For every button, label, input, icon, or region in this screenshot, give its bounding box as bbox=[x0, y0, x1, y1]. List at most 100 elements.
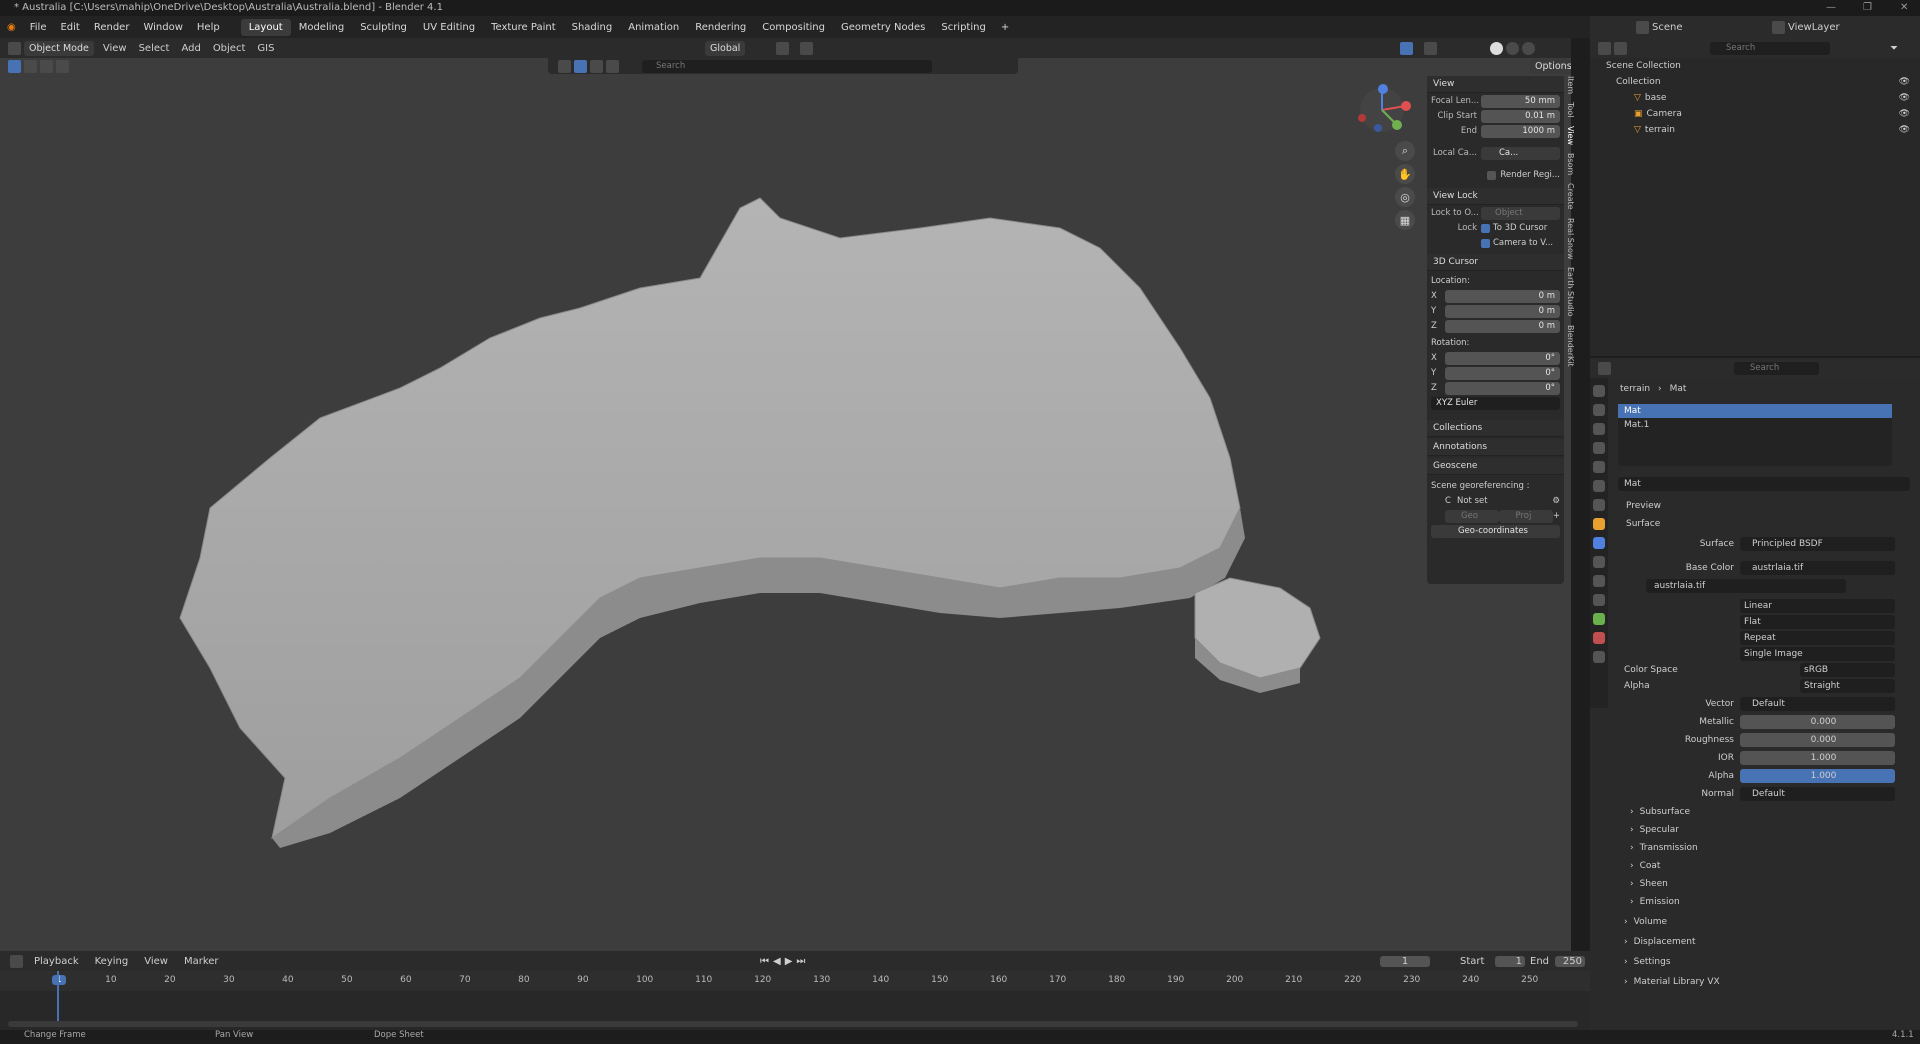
section-collections[interactable]: Collections bbox=[1427, 420, 1564, 437]
outliner-row-collection[interactable]: Collection 👁 bbox=[1590, 74, 1920, 90]
gizmo-toggle-icon[interactable] bbox=[1400, 41, 1413, 55]
tab-compositing[interactable]: Compositing bbox=[754, 19, 833, 36]
tab-modeling[interactable]: Modeling bbox=[291, 19, 353, 36]
tab-scripting[interactable]: Scripting bbox=[933, 19, 993, 36]
pan-hand-icon[interactable]: ✋ bbox=[1395, 164, 1415, 184]
3d-viewport[interactable]: Search Options ⌕ ✋ ◎ ▦ bbox=[0, 58, 1571, 951]
tab-layout[interactable]: Layout bbox=[240, 18, 291, 36]
outliner-editor-icon[interactable] bbox=[1598, 41, 1611, 55]
pivot-icon[interactable] bbox=[776, 41, 789, 55]
current-frame-field[interactable]: 1 bbox=[1380, 955, 1430, 967]
rendered-shading-icon[interactable] bbox=[1522, 41, 1535, 55]
end-frame-field[interactable]: 250 bbox=[1555, 955, 1585, 967]
collection-tab-icon[interactable] bbox=[1593, 499, 1605, 511]
vp-menu-view[interactable]: View bbox=[97, 43, 133, 54]
timeline-editor-icon[interactable] bbox=[10, 954, 23, 968]
snap-icon[interactable] bbox=[800, 41, 813, 55]
sidebar-tab-item[interactable]: Item bbox=[1566, 76, 1575, 94]
tab-rendering[interactable]: Rendering bbox=[687, 19, 754, 36]
menu-window[interactable]: Window bbox=[136, 22, 189, 33]
texture-tab-icon[interactable] bbox=[1593, 651, 1605, 663]
render-region-checkbox[interactable] bbox=[1487, 170, 1497, 180]
sidebar-tab-bsom[interactable]: Bsom bbox=[1566, 153, 1575, 175]
sidebar-tab-real-snow[interactable]: Real Snow bbox=[1566, 218, 1575, 259]
vp-menu-object[interactable]: Object bbox=[207, 43, 252, 54]
extension-select[interactable]: Repeat bbox=[1740, 631, 1895, 645]
outliner-row-scene-collection[interactable]: Scene Collection bbox=[1590, 58, 1920, 74]
vp-menu-select[interactable]: Select bbox=[133, 43, 176, 54]
subpanel-coat[interactable]: › Coat bbox=[1590, 858, 1920, 874]
zoom-icon[interactable]: ⌕ bbox=[1395, 141, 1415, 161]
maximize-icon[interactable]: ❐ bbox=[1863, 0, 1872, 16]
outliner-search-input[interactable]: Search bbox=[1710, 41, 1830, 55]
material-slot-mat[interactable]: Mat bbox=[1618, 404, 1892, 418]
shader-input-field[interactable]: 1.000 bbox=[1740, 769, 1895, 783]
overlay-icon[interactable] bbox=[1424, 41, 1437, 55]
tab-geometry-nodes[interactable]: Geometry Nodes bbox=[833, 19, 933, 36]
alpha-mode-select[interactable]: Straight bbox=[1800, 679, 1895, 693]
modifier-tab-icon[interactable] bbox=[1593, 537, 1605, 549]
geo-button[interactable]: Geo bbox=[1445, 509, 1499, 523]
sidebar-tab-earth-studio[interactable]: Earth Studio bbox=[1566, 267, 1575, 316]
frame-ruler[interactable]: 1102030405060708090100110120130140150160… bbox=[0, 971, 1590, 991]
minimize-icon[interactable]: — bbox=[1826, 0, 1836, 16]
visibility-eye-icon[interactable]: 👁 bbox=[1899, 109, 1910, 119]
sidebar-tab-tool[interactable]: Tool bbox=[1566, 102, 1575, 118]
sidebar-tab-create[interactable]: Create bbox=[1566, 183, 1575, 210]
menu-help[interactable]: Help bbox=[190, 22, 227, 33]
shader-input-field[interactable]: Default bbox=[1740, 787, 1895, 801]
menu-file[interactable]: File bbox=[23, 22, 54, 33]
subpanel-emission[interactable]: › Emission bbox=[1590, 894, 1920, 910]
interpolation-select[interactable]: Linear bbox=[1740, 599, 1895, 613]
solid-shading-icon[interactable] bbox=[1490, 41, 1503, 55]
cursor-rot-y[interactable]: 0° bbox=[1445, 366, 1560, 380]
to-3d-cursor-checkbox[interactable] bbox=[1481, 223, 1490, 233]
visibility-eye-icon[interactable]: 👁 bbox=[1899, 125, 1910, 135]
view-layer-name[interactable]: ViewLayer bbox=[1788, 22, 1840, 33]
section-material-library-vx[interactable]: › Material Library VX bbox=[1590, 974, 1920, 990]
close-icon[interactable]: ✕ bbox=[1900, 0, 1908, 16]
object-tab-icon[interactable] bbox=[1593, 518, 1605, 530]
subpanel-subsurface[interactable]: › Subsurface bbox=[1590, 804, 1920, 820]
options-button[interactable]: Options bbox=[1530, 59, 1571, 74]
shader-input-field[interactable]: Default bbox=[1740, 697, 1895, 711]
sidebar-tab-view[interactable]: View bbox=[1566, 126, 1575, 145]
cursor-loc-x[interactable]: 0 m bbox=[1445, 289, 1560, 303]
tool-tab-icon[interactable] bbox=[1593, 385, 1605, 397]
physics-tab-icon[interactable] bbox=[1593, 575, 1605, 587]
add-crs-icon[interactable]: + bbox=[1553, 511, 1560, 521]
shader-input-field[interactable]: 0.000 bbox=[1740, 733, 1895, 747]
terrain-model[interactable] bbox=[0, 58, 1430, 951]
menu-render[interactable]: Render bbox=[87, 22, 137, 33]
material-tab-icon[interactable] bbox=[1593, 632, 1605, 644]
editor-type-icon[interactable] bbox=[8, 41, 21, 55]
projection-select[interactable]: Flat bbox=[1740, 615, 1895, 629]
scene-name[interactable]: Scene bbox=[1652, 22, 1722, 33]
scene-tab-icon[interactable] bbox=[1593, 461, 1605, 473]
scene-icon[interactable] bbox=[1636, 20, 1649, 34]
tab-shading[interactable]: Shading bbox=[564, 19, 621, 36]
focal-length-field[interactable]: 50 mm bbox=[1481, 94, 1560, 108]
rotation-mode-select[interactable]: XYZ Euler bbox=[1431, 396, 1560, 410]
grid-view-icon[interactable]: ▦ bbox=[1395, 210, 1415, 230]
section-settings[interactable]: › Settings bbox=[1590, 954, 1920, 970]
data-tab-icon[interactable] bbox=[1593, 613, 1605, 625]
vp-menu-gis[interactable]: GIS bbox=[251, 43, 280, 54]
outliner-row-base[interactable]: ▽ base 👁 bbox=[1590, 90, 1920, 106]
filter-icon[interactable]: ⏷ bbox=[1890, 43, 1898, 54]
playhead[interactable] bbox=[57, 971, 59, 1026]
blender-logo-icon[interactable]: ◉ bbox=[0, 22, 23, 33]
cursor-rot-x[interactable]: 0° bbox=[1445, 351, 1560, 365]
gear-icon[interactable]: ⚙ bbox=[1552, 496, 1560, 506]
panel-surface[interactable]: Surface bbox=[1590, 516, 1920, 532]
world-tab-icon[interactable] bbox=[1593, 480, 1605, 492]
tab-animation[interactable]: Animation bbox=[620, 19, 687, 36]
mode-select[interactable]: Object Mode bbox=[24, 40, 94, 56]
render-tab-icon[interactable] bbox=[1593, 404, 1605, 416]
section-displacement[interactable]: › Displacement bbox=[1590, 934, 1920, 950]
start-frame-field[interactable]: 1 bbox=[1495, 955, 1525, 967]
cursor-rot-z[interactable]: 0° bbox=[1445, 381, 1560, 395]
cursor-loc-z[interactable]: 0 m bbox=[1445, 319, 1560, 333]
section-volume[interactable]: › Volume bbox=[1590, 914, 1920, 930]
color-space-select[interactable]: sRGB bbox=[1800, 663, 1895, 677]
